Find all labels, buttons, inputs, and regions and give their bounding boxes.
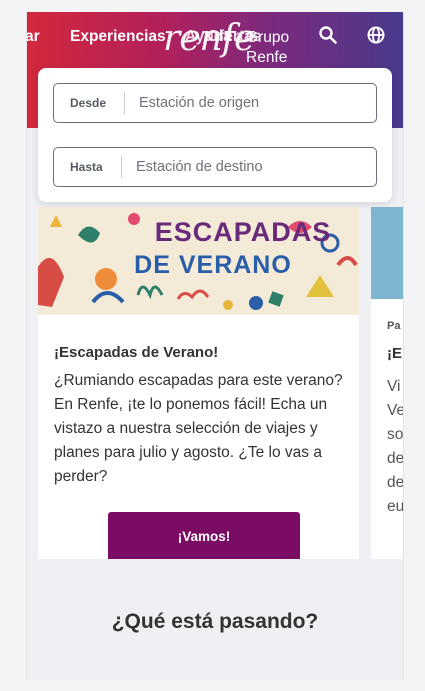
destination-label: Hasta [70, 160, 103, 174]
renfe-logo[interactable]: renfe [163, 18, 255, 59]
next-card-line: eu [387, 498, 404, 515]
destination-field[interactable]: Hasta [53, 147, 377, 187]
promo-card-image: ESCAPADAS DE VERANO [38, 207, 359, 315]
page-frame: ar Experiencias Ayuda Ofertas Grupo Renf… [26, 12, 404, 680]
search-icon[interactable] [318, 25, 338, 45]
image-text-line-1: ESCAPADAS [155, 217, 332, 247]
next-card-line: Ve [387, 402, 404, 419]
origin-divider [124, 92, 125, 114]
station-search-box: Desde Hasta [38, 68, 392, 202]
next-card-line: de [387, 474, 404, 491]
nav-item-partial[interactable]: ar [27, 28, 40, 46]
vamos-button[interactable]: ¡Vamos! [108, 512, 300, 559]
destination-divider [121, 156, 122, 178]
origin-field[interactable]: Desde [53, 83, 377, 123]
next-card-title: ¡E [387, 345, 402, 362]
promo-card[interactable]: ESCAPADAS DE VERANO ¡Escapadas de Verano… [38, 207, 359, 559]
globe-icon[interactable] [366, 25, 386, 45]
next-card-line: Vi [387, 378, 401, 395]
next-promo-card[interactable]: Pa ¡E Vi Ve so de de eu [371, 207, 404, 559]
origin-input[interactable] [139, 92, 364, 114]
promo-card-title: ¡Escapadas de Verano! [54, 344, 219, 361]
section-title: ¿Qué está pasando? [111, 610, 319, 633]
origin-label: Desde [70, 96, 107, 110]
nav-item-experiencias[interactable]: Experiencias [70, 28, 166, 46]
destination-input[interactable] [136, 156, 364, 178]
next-card-line: de [387, 450, 404, 467]
image-text-line-2: DE VERANO [134, 251, 292, 279]
next-promo-card-image [371, 207, 403, 299]
promo-card-text: ¿Rumiando escapadas para este verano? En… [54, 372, 343, 485]
next-card-tag: Pa [387, 320, 401, 332]
next-card-line: so [387, 426, 404, 443]
